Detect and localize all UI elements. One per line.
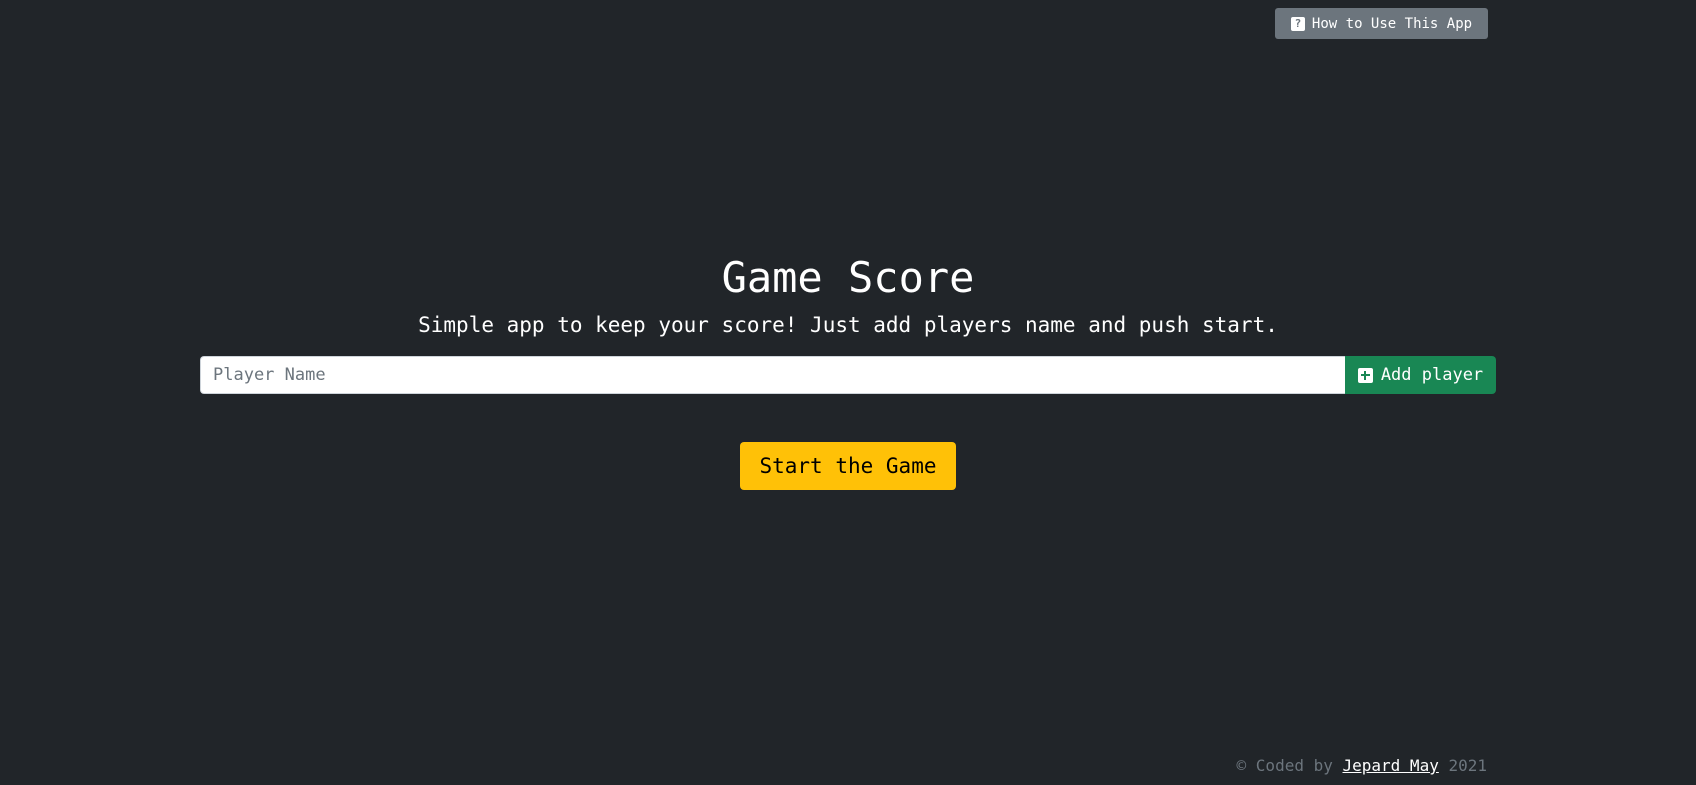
page: ? How to Use This App Game Score Simple … (0, 0, 1696, 785)
player-name-input[interactable] (200, 356, 1345, 394)
add-player-button[interactable]: Add player (1345, 356, 1496, 394)
footer-year: 2021 (1448, 756, 1487, 775)
author-link[interactable]: Jepard May (1343, 756, 1439, 775)
plus-square-icon (1357, 367, 1373, 383)
how-to-use-label: How to Use This App (1311, 15, 1473, 32)
add-player-label: Add player (1380, 365, 1484, 385)
start-game-button[interactable]: Start the Game (740, 442, 956, 490)
question-square-icon: ? (1290, 16, 1305, 31)
how-to-use-button[interactable]: ? How to Use This App (1275, 8, 1488, 39)
add-player-group: Add player (200, 356, 1496, 394)
page-subtitle: Simple app to keep your score! Just add … (418, 313, 1278, 337)
footer: © Coded by Jepard May 2021 (1237, 755, 1487, 777)
footer-prefix: © Coded by (1236, 756, 1333, 775)
page-title: Game Score (721, 253, 975, 302)
